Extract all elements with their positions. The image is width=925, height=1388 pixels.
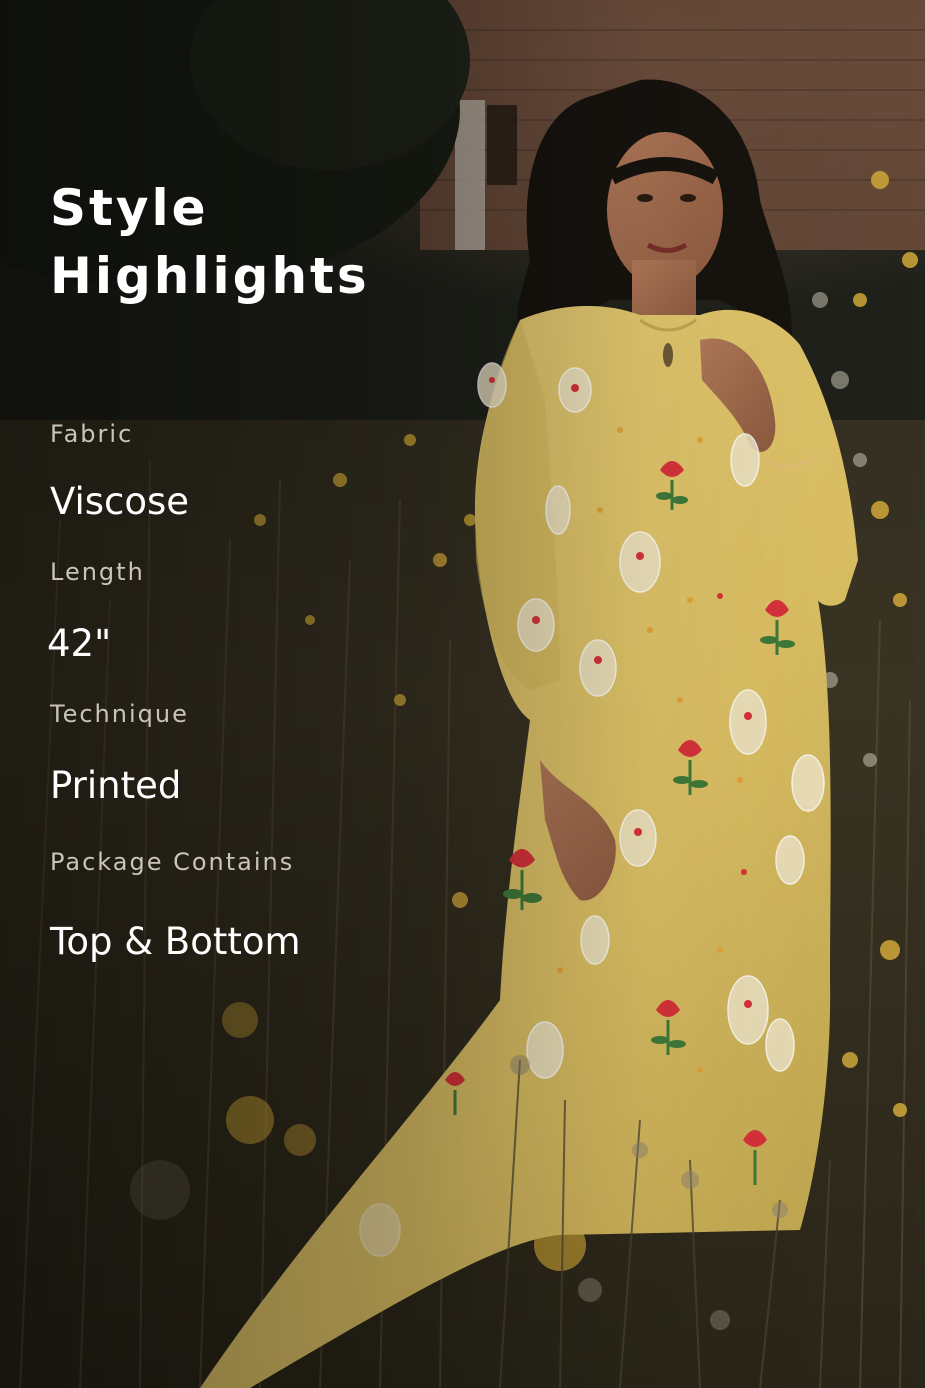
heading-line-1: Style xyxy=(50,179,209,237)
technique-value: Printed xyxy=(50,764,182,807)
fabric-value: Viscose xyxy=(50,480,190,523)
technique-label: Technique xyxy=(50,700,189,728)
product-highlight-banner: Style Highlights Fabric Viscose Length 4… xyxy=(0,0,925,1388)
style-highlights-heading: Style Highlights xyxy=(50,174,450,310)
length-value: 42" xyxy=(47,622,112,665)
length-label: Length xyxy=(50,558,145,586)
heading-line-2: Highlights xyxy=(50,247,370,305)
fabric-label: Fabric xyxy=(50,420,134,448)
package-contains-label: Package Contains xyxy=(50,848,295,876)
package-contains-value: Top & Bottom xyxy=(50,920,301,963)
